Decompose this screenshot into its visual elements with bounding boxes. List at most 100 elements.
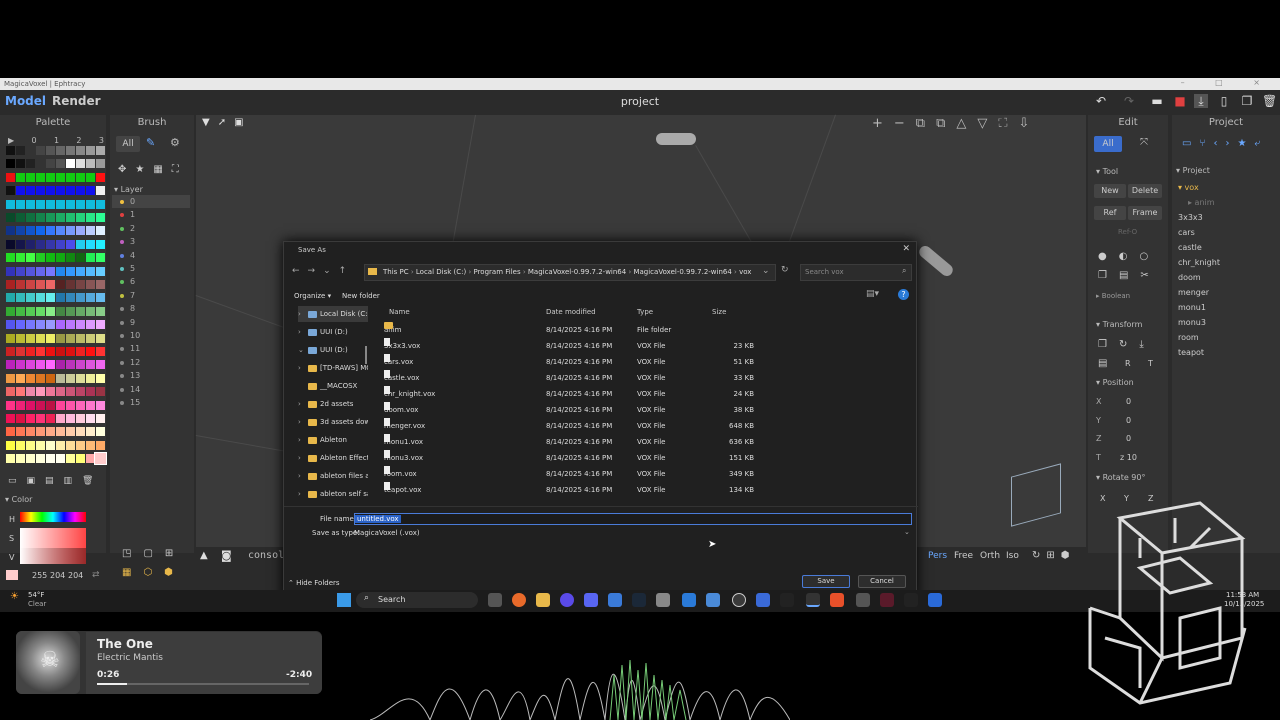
palette-page-4[interactable]: 3: [99, 136, 104, 146]
trash-icon[interactable]: 🗑: [1262, 94, 1277, 108]
new-button[interactable]: New: [1094, 184, 1126, 198]
palette-color-cell[interactable]: [36, 213, 45, 222]
layer-row[interactable]: 0: [112, 195, 190, 208]
nav-item[interactable]: ⌄ UUI (D:): [298, 342, 368, 358]
transform-icons-row1[interactable]: ❐↻⤓: [1098, 339, 1156, 350]
palette-color-cell[interactable]: [66, 414, 75, 423]
palette-color-cell[interactable]: [6, 186, 15, 196]
palette-color-cell[interactable]: [46, 186, 55, 196]
layer-row[interactable]: 12: [112, 356, 190, 369]
palette-color-cell[interactable]: [26, 226, 35, 236]
palette-color-cell[interactable]: [86, 213, 95, 222]
palette-color-cell[interactable]: [66, 360, 75, 370]
palette-color-cell[interactable]: [46, 280, 55, 289]
layer-row[interactable]: 1: [112, 208, 190, 221]
app-icon-10[interactable]: [904, 593, 918, 607]
palette-color-cell[interactable]: [86, 186, 95, 196]
project-item[interactable]: chr_knight: [1178, 258, 1220, 267]
palette-color-cell[interactable]: [76, 414, 85, 423]
palette-color-cell[interactable]: [96, 360, 105, 370]
palette-color-cell[interactable]: [16, 172, 25, 182]
palette-color-cell[interactable]: [56, 239, 65, 249]
palette-color-cell[interactable]: [26, 293, 35, 303]
nav-item[interactable]: __MACOSX: [298, 378, 368, 394]
palette-color-cell[interactable]: [56, 266, 65, 276]
save-icon[interactable]: ■: [1173, 94, 1187, 108]
palette-color-cell[interactable]: [56, 172, 65, 182]
app-icon-7[interactable]: [780, 593, 794, 607]
palette-color-cell[interactable]: [66, 454, 75, 464]
palette-color-cell[interactable]: [26, 454, 35, 464]
palette-color-cell[interactable]: [66, 400, 75, 410]
palette-color-cell[interactable]: [66, 320, 75, 330]
brave-icon[interactable]: [830, 593, 844, 607]
pos-t-value[interactable]: z 10: [1120, 453, 1137, 462]
palette-color-cell[interactable]: [16, 414, 25, 423]
new-file-icon[interactable]: ▯: [1217, 94, 1231, 108]
palette-color-cell[interactable]: [26, 280, 35, 289]
project-item[interactable]: ▾ vox: [1178, 183, 1199, 192]
nav-item[interactable]: › [TD-RAWS] MC: [298, 360, 368, 376]
palette-color-cell[interactable]: [26, 373, 35, 383]
layer-row[interactable]: 8: [112, 302, 190, 315]
layer-row[interactable]: 3: [112, 235, 190, 248]
palette-color-cell[interactable]: [76, 293, 85, 303]
app-icon-2[interactable]: [608, 593, 622, 607]
palette-color-cell[interactable]: [76, 266, 85, 276]
palette-color-cell[interactable]: [36, 186, 45, 196]
gear-icon[interactable]: ⚙: [170, 136, 180, 149]
nav-chevron-icon[interactable]: ›: [298, 324, 308, 340]
file-row[interactable]: anim 8/14/2025 4:16 PM File folder: [380, 322, 760, 338]
palette-color-cell[interactable]: [66, 186, 75, 196]
palette-color-cell[interactable]: [16, 333, 25, 343]
view-extra-icons[interactable]: ↻⊞⬢: [1032, 550, 1076, 561]
render-tab[interactable]: Render: [52, 94, 101, 108]
palette-color-cell[interactable]: [76, 373, 85, 383]
palette-color-cell[interactable]: [46, 146, 55, 155]
address-bar[interactable]: This PC › Local Disk (C:) › Program File…: [364, 264, 776, 281]
project-item[interactable]: teapot: [1178, 348, 1204, 357]
palette-color-cell[interactable]: [36, 414, 45, 423]
palette-color-cell[interactable]: [36, 239, 45, 249]
palette-color-cell[interactable]: [36, 373, 45, 383]
project-item[interactable]: monu3: [1178, 318, 1206, 327]
app-icon-3[interactable]: [656, 593, 670, 607]
palette-color-cell[interactable]: [86, 373, 95, 383]
palette-color-cell[interactable]: [26, 146, 35, 155]
palette-page-3[interactable]: 2: [76, 136, 81, 146]
palette-color-cell[interactable]: [46, 172, 55, 182]
palette-color-cell[interactable]: [96, 213, 105, 222]
palette-color-cell[interactable]: [66, 387, 75, 397]
layer-row[interactable]: 6: [112, 275, 190, 288]
palette-color-cell[interactable]: [56, 320, 65, 330]
palette-color-cell[interactable]: [96, 239, 105, 249]
palette-color-cell[interactable]: [96, 159, 105, 169]
palette-color-cell[interactable]: [56, 199, 65, 209]
palette-color-cell[interactable]: [56, 186, 65, 196]
palette-color-cell[interactable]: [56, 159, 65, 169]
palette-color-cell[interactable]: [76, 440, 85, 450]
palette-color-cell[interactable]: [96, 400, 105, 410]
breadcrumb-item[interactable]: MagicaVoxel-0.99.7.2-win64: [633, 268, 731, 276]
project-toolbar-icons[interactable]: ▭⑂‹›★⤶: [1182, 138, 1268, 149]
bool-icons-row1[interactable]: ●◐○: [1098, 251, 1160, 262]
palette-color-cell[interactable]: [76, 280, 85, 289]
palette-color-cell[interactable]: [96, 146, 105, 155]
palette-color-cell[interactable]: [16, 226, 25, 236]
palette-color-cell[interactable]: [6, 239, 15, 249]
breadcrumb-item[interactable]: Program Files: [473, 268, 520, 276]
nav-item[interactable]: › 3d assets dow: [298, 414, 368, 430]
palette-color-cell[interactable]: [26, 186, 35, 196]
palette-color-cell[interactable]: [56, 387, 65, 397]
palette-color-cell[interactable]: [66, 253, 75, 263]
savetype-select[interactable]: MagicaVoxel (.vox): [354, 528, 912, 539]
palette-color-cell[interactable]: [96, 333, 105, 343]
delete-button[interactable]: Delete: [1128, 184, 1162, 198]
palette-color-cell[interactable]: [36, 347, 45, 356]
palette-color-cell[interactable]: [16, 199, 25, 209]
palette-color-cell[interactable]: [6, 347, 15, 356]
file-row[interactable]: menger.vox 8/14/2025 4:16 PM VOX File 648 K…: [380, 418, 760, 434]
palette-color-cell[interactable]: [6, 293, 15, 303]
r-button[interactable]: R: [1125, 359, 1131, 368]
breadcrumb-item[interactable]: Local Disk (C:): [416, 268, 466, 276]
